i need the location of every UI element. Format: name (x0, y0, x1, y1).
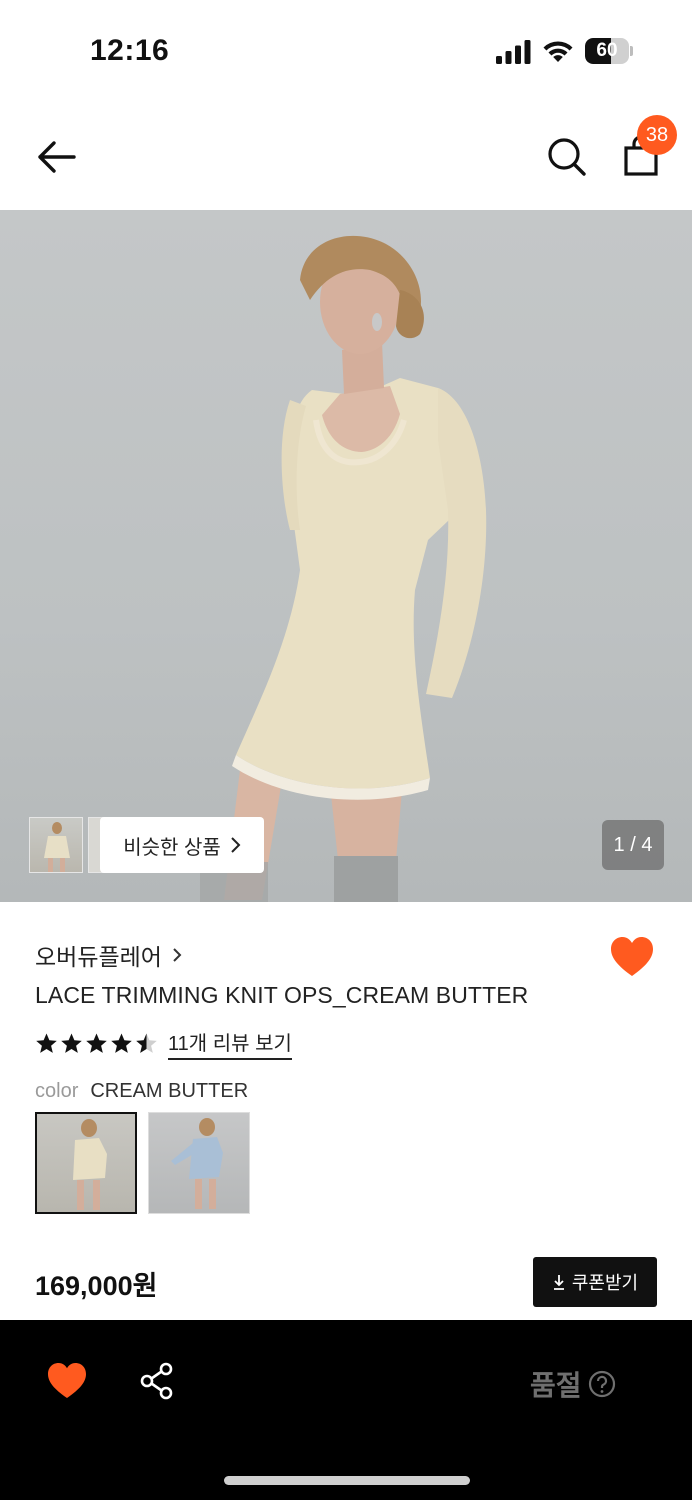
search-icon[interactable] (544, 134, 590, 180)
top-navigation (0, 100, 692, 210)
share-icon[interactable] (139, 1362, 175, 1400)
question-circle-icon[interactable] (588, 1370, 616, 1398)
star-full-icon (86, 1032, 107, 1053)
product-price: 169,000원 (35, 1271, 158, 1301)
status-bar: 12:16 60 (0, 0, 692, 100)
product-photo (200, 235, 487, 902)
color-row: color CREAM BUTTER (35, 1080, 248, 1103)
cellular-signal-icon (496, 40, 531, 64)
arrow-left-icon[interactable] (30, 134, 82, 180)
product-image-carousel[interactable] (0, 210, 692, 902)
color-value: CREAM BUTTER (90, 1080, 249, 1102)
wifi-icon (543, 41, 573, 62)
star-rating (35, 1032, 158, 1055)
star-full-icon (36, 1032, 57, 1053)
heart-icon[interactable] (47, 1362, 87, 1400)
product-title: LACE TRIMMING KNIT OPS_CREAM BUTTER (35, 982, 529, 1008)
sold-out-status: 품절 (530, 1364, 616, 1404)
color-swatch-light-blue[interactable] (148, 1112, 250, 1214)
similar-products-button[interactable]: 비슷한 상품 (100, 817, 264, 873)
coupon-button[interactable]: 쿠폰받기 (533, 1257, 657, 1307)
rating-row: 11개 리뷰 보기 (35, 1027, 292, 1060)
sold-out-label: 품절 (530, 1370, 582, 1401)
review-link[interactable]: 11개 리뷰 보기 (168, 1027, 292, 1060)
battery-icon: 60 (585, 38, 633, 64)
download-icon (553, 1275, 564, 1290)
brand-name: 오버듀플레어 (35, 944, 162, 970)
cart-count-badge: 38 (637, 115, 677, 155)
color-swatch-cream-butter[interactable] (35, 1112, 137, 1214)
thumbnail-preview[interactable] (29, 817, 83, 873)
battery-percent: 60 (596, 40, 618, 61)
similar-products-label: 비슷한 상품 (123, 836, 221, 859)
heart-icon[interactable] (610, 936, 654, 978)
brand-link[interactable]: 오버듀플레어 (35, 938, 182, 972)
bottom-action-bar (0, 1320, 692, 1500)
coupon-label: 쿠폰받기 (571, 1273, 639, 1293)
status-time: 12:16 (90, 34, 170, 67)
star-full-icon (61, 1032, 82, 1053)
star-full-icon (111, 1032, 132, 1053)
chevron-right-icon (231, 837, 241, 853)
star-half-icon (136, 1032, 157, 1053)
image-page-indicator: 1 / 4 (602, 820, 664, 870)
chevron-right-icon (173, 948, 182, 962)
color-label: color (35, 1080, 79, 1102)
home-indicator (224, 1476, 470, 1485)
